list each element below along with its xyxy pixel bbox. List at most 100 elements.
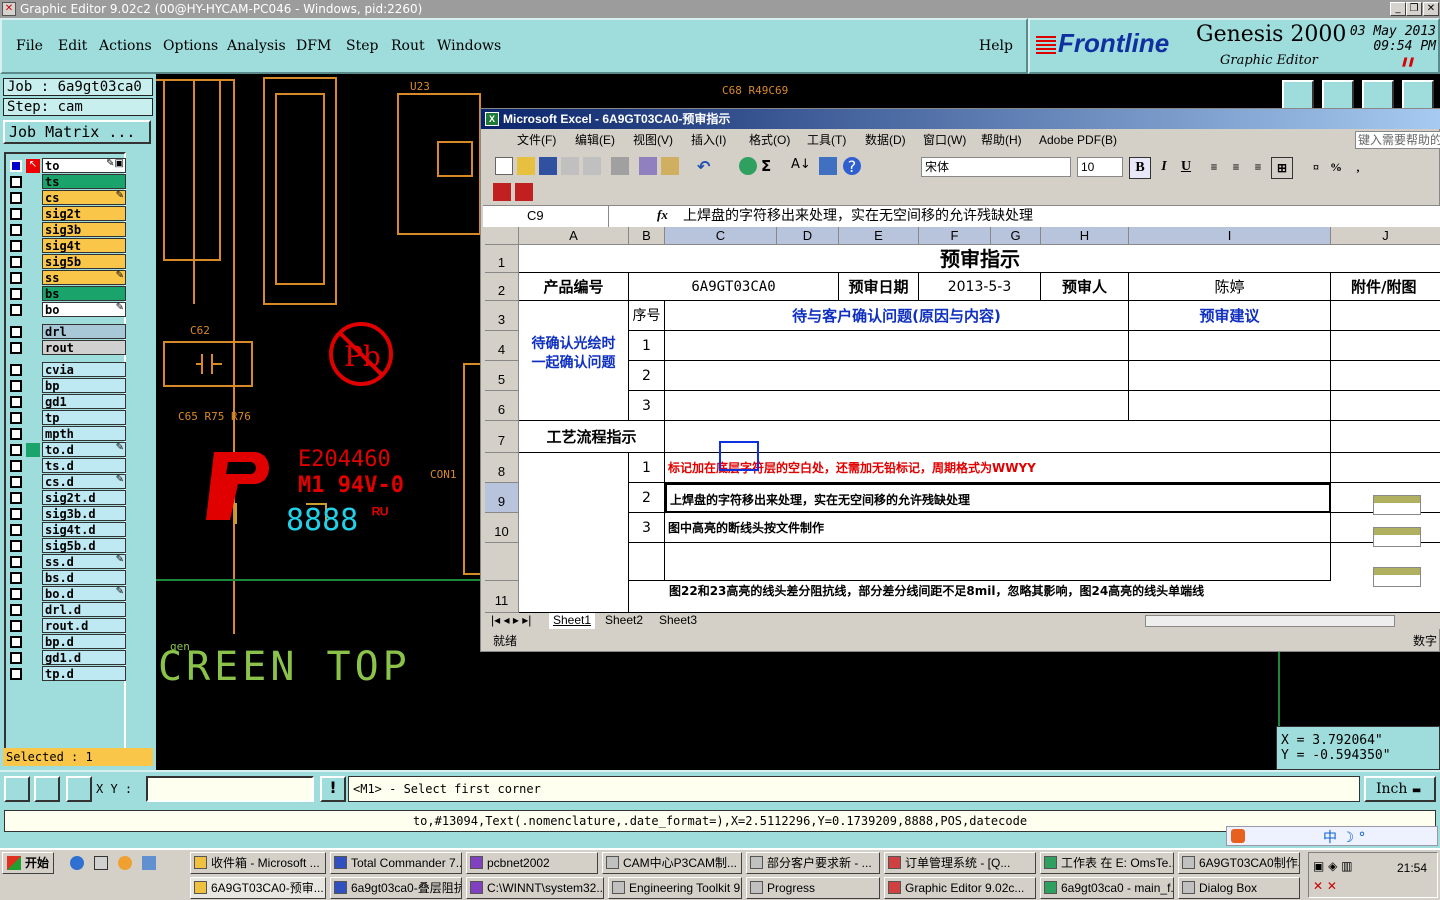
taskbar-button[interactable]: 6a9gt03ca0 - main_f... (1040, 877, 1174, 899)
layer-checkbox[interactable] (10, 556, 22, 568)
chart-icon[interactable] (819, 157, 837, 175)
layer-checkbox[interactable] (10, 272, 22, 284)
layer-row[interactable]: sig3b (8, 222, 126, 238)
screen-icon[interactable] (1322, 80, 1354, 110)
autosum-icon[interactable]: Σ (761, 157, 779, 175)
sogou-icon[interactable] (1231, 829, 1245, 843)
table-cell[interactable]: 3 (629, 513, 665, 543)
layer-checkbox[interactable] (10, 288, 22, 300)
menu-options[interactable]: Options (163, 38, 218, 54)
table-cell[interactable]: 3 (629, 391, 665, 421)
layer-checkbox[interactable] (10, 208, 22, 220)
taskbar-button[interactable]: CAM中心P3CAM制... (602, 852, 742, 874)
layer-checkbox[interactable] (10, 540, 22, 552)
step-cell[interactable]: 标记加在底层字符层的空白处，还需加无铅标记，周期格式为WWYY (665, 453, 1331, 483)
row-header[interactable]: 11 (485, 581, 519, 613)
layer-row[interactable]: drl.d (8, 602, 126, 618)
unit-selector[interactable]: Inch ▬ (1364, 776, 1436, 802)
table-cell[interactable] (519, 453, 629, 613)
layer-row[interactable]: ts (8, 174, 126, 190)
alert-icon[interactable]: ! (320, 776, 346, 802)
open-icon[interactable] (517, 157, 535, 175)
help-icon[interactable]: ? (843, 157, 861, 176)
undo-icon[interactable]: ↶ (697, 157, 715, 176)
column-header[interactable]: D (777, 227, 839, 245)
layer-checkbox[interactable] (10, 342, 22, 354)
job-matrix-button[interactable]: Job Matrix ... (3, 120, 151, 144)
table-cell[interactable] (1331, 391, 1440, 421)
layer-state[interactable] (26, 379, 40, 393)
excel-menu-file[interactable]: 文件(F) (517, 129, 556, 151)
layer-state[interactable] (26, 635, 40, 649)
column-header[interactable]: I (1129, 227, 1331, 245)
layer-checkbox[interactable] (10, 620, 22, 632)
excel-menu-data[interactable]: 数据(D) (865, 129, 906, 151)
layer-row[interactable]: sig5b (8, 254, 126, 270)
layer-state[interactable] (26, 651, 40, 665)
row-header[interactable]: 10 (485, 513, 519, 543)
table-cell[interactable]: 预审建议 (1129, 301, 1331, 331)
layer-checkbox[interactable] (10, 588, 22, 600)
table-cell[interactable]: 1 (629, 453, 665, 483)
layer-checkbox[interactable] (10, 192, 22, 204)
currency-icon[interactable]: ¤ (1305, 157, 1327, 179)
excel-menu-insert[interactable]: 插入(I) (691, 129, 726, 151)
taskbar-button[interactable]: Engineering Toolkit 9... (608, 877, 742, 899)
layer-row[interactable]: to.d ✎ (8, 442, 126, 458)
menu-edit[interactable]: Edit (58, 38, 87, 54)
table-cell[interactable]: 产品编号 (519, 273, 629, 301)
layer-row[interactable]: bp (8, 378, 126, 394)
layer-checkbox[interactable] (10, 460, 22, 472)
layer-checkbox[interactable] (10, 240, 22, 252)
layer-row[interactable]: sig2t.d (8, 490, 126, 506)
table-cell[interactable]: 陈婷 (1129, 273, 1331, 301)
table-cell[interactable]: 待与客户确认问题(原因与内容) (665, 301, 1129, 331)
xy-input[interactable] (146, 776, 314, 802)
layer-state[interactable] (26, 325, 40, 339)
print-icon[interactable] (611, 157, 629, 175)
layer-checkbox[interactable] (10, 256, 22, 268)
attachment-thumbnail-icon[interactable] (1373, 567, 1421, 587)
taskbar-button[interactable]: Progress (746, 877, 880, 899)
excel-window[interactable]: X Microsoft Excel - 6A9GT03CA0-预审指示 文件(F… (480, 108, 1440, 652)
name-box[interactable]: C9 (483, 206, 609, 227)
layer-row[interactable]: gd1 (8, 394, 126, 410)
menu-rout[interactable]: Rout (391, 38, 425, 54)
layer-checkbox[interactable] (10, 326, 22, 338)
layer-state[interactable] (26, 427, 40, 441)
layer-checkbox[interactable] (10, 572, 22, 584)
layer-checkbox[interactable] (10, 636, 22, 648)
minimize-button[interactable]: _ (1390, 2, 1406, 16)
layer-state[interactable] (26, 287, 40, 301)
ime-toolbar[interactable]: 中 ☽ ° (1226, 826, 1438, 846)
layer-row[interactable]: sig3b.d (8, 506, 126, 522)
layer-state[interactable] (26, 603, 40, 617)
layer-state[interactable] (26, 507, 40, 521)
row-header[interactable]: 8 (485, 453, 519, 483)
layer-row[interactable]: drl (8, 324, 126, 340)
layer-state[interactable] (26, 491, 40, 505)
sort-icon[interactable]: A↓ (791, 157, 811, 175)
layer-checkbox[interactable] (10, 160, 22, 172)
layer-checkbox[interactable] (10, 444, 22, 456)
taskbar-button[interactable]: 6a9gt03ca0-叠层阻抗 (330, 877, 462, 899)
attachment-thumbnail-icon[interactable] (1373, 527, 1421, 547)
table-cell[interactable] (629, 543, 665, 581)
layer-state[interactable] (26, 341, 40, 355)
grid-icon[interactable] (66, 776, 92, 802)
snapshot-icon[interactable] (1282, 80, 1314, 110)
layer-state[interactable] (26, 411, 40, 425)
table-cell[interactable] (1331, 361, 1440, 391)
layer-state[interactable] (26, 191, 40, 205)
layer-checkbox[interactable] (10, 224, 22, 236)
taskbar-button[interactable]: 订单管理系统 - [Q... (884, 852, 1036, 874)
excel-help-search[interactable]: 键入需要帮助的 (1355, 131, 1440, 149)
table-cell[interactable]: 预审日期 (839, 273, 919, 301)
menu-step[interactable]: Step (346, 38, 378, 54)
hyperlink-icon[interactable] (739, 157, 757, 175)
layer-row[interactable]: ↖ to ✎▣ (8, 158, 126, 174)
formula-input[interactable]: 上焊盘的字符移出来处理，实在无空间移的允许残缺处理 (683, 206, 1033, 227)
paste-icon[interactable] (661, 157, 679, 175)
horizontal-scrollbar[interactable] (1145, 615, 1395, 627)
layout-icon[interactable] (1402, 80, 1434, 110)
